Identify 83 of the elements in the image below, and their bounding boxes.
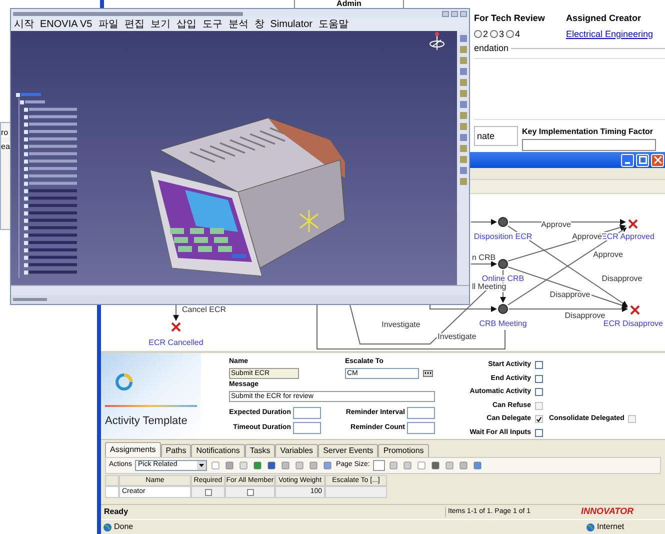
cycle-icon: [115, 373, 133, 391]
product-logo: INNOVATOR: [580, 505, 635, 518]
menu-item[interactable]: ENOVIA V5: [40, 20, 92, 30]
tab[interactable]: Promotions: [378, 444, 429, 457]
field-label: For Tech Review: [474, 12, 546, 25]
menu-item[interactable]: 시작: [14, 20, 34, 30]
end-node-icon[interactable]: [628, 219, 638, 229]
edge-label: Disapprove: [564, 311, 606, 320]
status-text: Done: [114, 521, 134, 533]
globe-icon: [103, 522, 112, 532]
duration-field[interactable]: [407, 422, 435, 434]
activity-node[interactable]: [498, 259, 508, 269]
tab[interactable]: Assignments: [105, 442, 161, 457]
tab[interactable]: Variables: [275, 444, 318, 457]
edge-label: Disapprove: [550, 290, 590, 299]
node-label: CRB Meeting: [479, 319, 527, 328]
duration-field[interactable]: [293, 422, 321, 434]
radio-option[interactable]: 4: [506, 28, 520, 41]
creator-link[interactable]: Electrical Engineering: [566, 28, 654, 41]
duration-field[interactable]: [407, 407, 435, 419]
menu-item[interactable]: Simulator: [270, 20, 312, 30]
text-fragment: ro: [1, 129, 8, 137]
duration-field[interactable]: [293, 407, 321, 419]
activity-node[interactable]: [498, 217, 508, 227]
menu-item[interactable]: 도구: [202, 20, 222, 30]
menu-item[interactable]: 창: [254, 20, 264, 30]
edge-label: Investigate: [438, 332, 476, 341]
edge-label: Disapprove: [602, 274, 642, 283]
maximize-button[interactable]: [451, 10, 458, 16]
minimize-button[interactable]: [442, 10, 449, 16]
activity-node[interactable]: [498, 304, 508, 314]
checkbox[interactable]: [535, 388, 543, 396]
page-size-field[interactable]: [372, 460, 385, 471]
browse-button[interactable]: [423, 370, 433, 376]
connector-arrow: [470, 261, 497, 267]
connector-arrow: [430, 304, 497, 312]
menu-item[interactable]: 도움말: [318, 20, 348, 30]
compass-icon: [430, 32, 444, 50]
menu-item[interactable]: 편집: [124, 20, 144, 30]
caret-icon: [198, 464, 204, 467]
menu-item[interactable]: 분석: [228, 20, 248, 30]
node-label: ECR Cancelled: [148, 338, 204, 347]
tab[interactable]: Paths: [160, 444, 192, 457]
close-button[interactable]: [460, 10, 467, 16]
table-cell: [325, 486, 387, 498]
checkbox[interactable]: [204, 488, 212, 496]
blurred-status-drawing: [13, 298, 47, 301]
end-node-icon[interactable]: [171, 322, 181, 332]
radio-option[interactable]: 3: [490, 28, 504, 41]
text-area[interactable]: [522, 139, 656, 151]
status-text: Ready: [103, 506, 130, 518]
field-label: nate: [474, 126, 518, 146]
checkbox[interactable]: [246, 488, 254, 496]
maximize-icon: [638, 156, 646, 164]
edge-label: Cancel ECR: [182, 305, 226, 314]
radio-option[interactable]: 2: [474, 28, 488, 41]
menu-item[interactable]: 파일: [98, 20, 118, 30]
edge-label: Approve: [593, 250, 623, 259]
close-icon: [654, 156, 662, 164]
menu-item[interactable]: 보기: [150, 20, 170, 30]
field-label: Assigned Creator: [566, 12, 642, 25]
node-label: ECR Disapprove: [603, 319, 663, 328]
connector-arrow: [470, 219, 497, 225]
menu-item[interactable]: 삽입: [176, 20, 196, 30]
checkbox[interactable]: [535, 428, 543, 437]
edge-label: Investigate: [382, 320, 420, 329]
panel-title: Activity Template: [105, 414, 188, 428]
group-label: endation: [474, 42, 509, 55]
checkbox[interactable]: [535, 361, 543, 370]
zone-text: Internet: [597, 521, 626, 533]
end-node-icon[interactable]: [630, 305, 640, 315]
connector-arrow: [173, 304, 179, 321]
globe-icon: [586, 522, 595, 532]
tab[interactable]: Server Events: [318, 444, 378, 457]
edge-label: n CRB: [472, 253, 496, 262]
sparkle-marker-icon: [299, 209, 319, 233]
text-fragment: ea: [1, 143, 10, 151]
field-label: Key Implementation Timing Factor: [522, 126, 654, 138]
tab[interactable]: Tasks: [244, 444, 276, 457]
tab[interactable]: Notifications: [191, 444, 245, 457]
edge-label: Approve: [541, 220, 571, 229]
checkbox[interactable]: [535, 374, 543, 383]
minimize-icon: [625, 162, 630, 164]
